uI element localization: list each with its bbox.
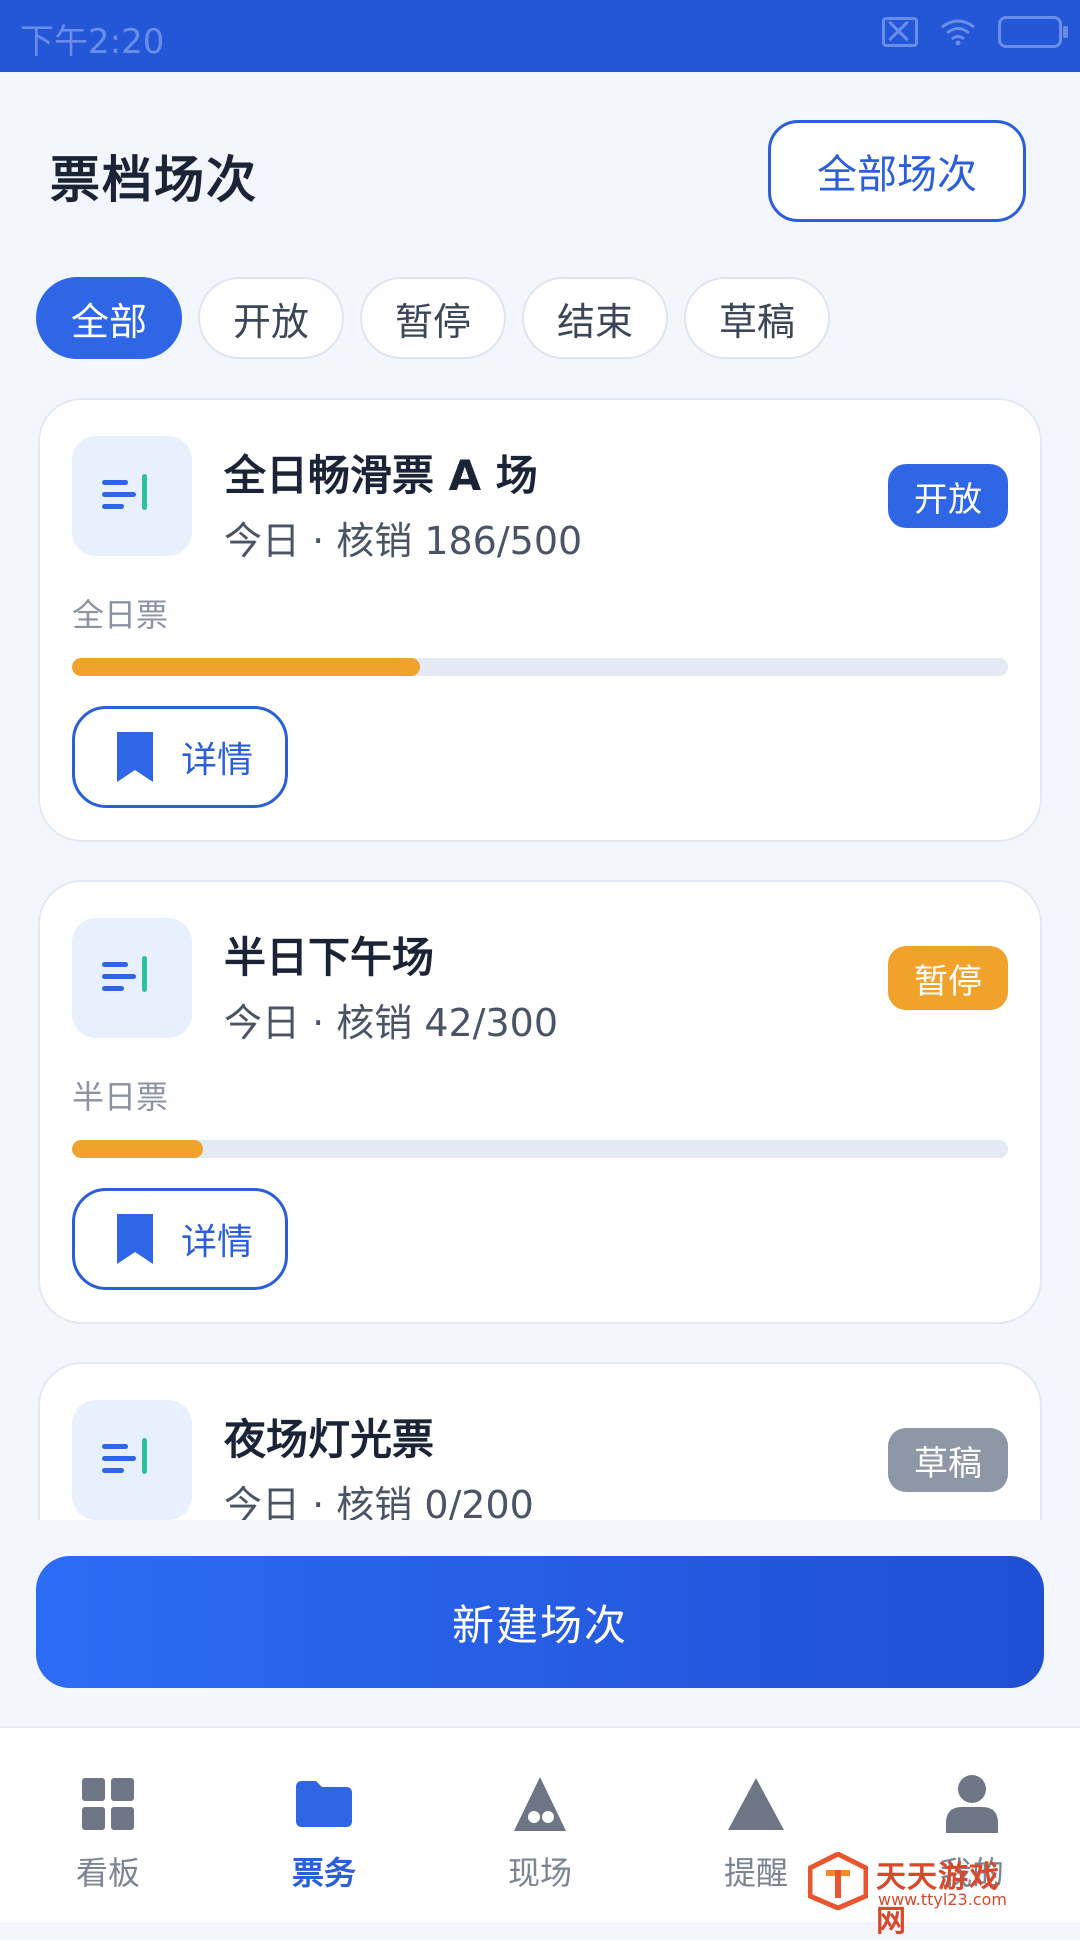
nav-item-tickets[interactable]: 票务 (216, 1728, 432, 1922)
watermark: 天天游戏网 www.ttyl23.com (808, 1852, 1028, 1939)
progress-fill (72, 1140, 204, 1158)
watermark-url: www.ttyl23.com (878, 1890, 1007, 1909)
filter-chip-open[interactable]: 开放 (198, 277, 344, 359)
status-time: 下午2:20 (20, 22, 165, 62)
person-icon (946, 1774, 998, 1834)
session-card[interactable]: 半日下午场 今日 · 核销 42/300 暂停 半日票 详情 (38, 880, 1042, 1324)
session-meta: 今日 · 核销 186/500 (224, 519, 583, 563)
nav-item-onsite[interactable]: 现场 (432, 1728, 648, 1922)
no-sim-icon (882, 17, 918, 47)
triangle-icon (728, 1774, 784, 1834)
session-card[interactable]: 夜场灯光票 今日 · 核销 0/200 草稿 (38, 1362, 1042, 1520)
filter-chip-paused[interactable]: 暂停 (360, 277, 506, 359)
ticket-type: 全日票 (72, 596, 169, 634)
detail-label: 详情 (181, 1222, 254, 1263)
status-bar: 下午2:20 (0, 0, 1080, 72)
redemption-progress (72, 658, 1008, 676)
site-icon (514, 1774, 566, 1834)
watermark-logo-icon (808, 1852, 868, 1910)
status-badge: 草稿 (888, 1428, 1008, 1492)
battery-icon (998, 16, 1068, 48)
session-meta: 今日 · 核销 0/200 (224, 1483, 534, 1520)
session-card[interactable]: 全日畅滑票 A 场 今日 · 核销 186/500 开放 全日票 详情 (38, 398, 1042, 842)
status-badge: 开放 (888, 464, 1008, 528)
folder-icon (296, 1774, 352, 1834)
page-title: 票档场次 (50, 151, 258, 209)
nav-item-dashboard[interactable]: 看板 (0, 1728, 216, 1922)
wifi-icon (941, 19, 975, 46)
bookmark-icon (117, 1214, 153, 1264)
filter-chip-all[interactable]: 全部 (36, 277, 182, 359)
grid-icon (82, 1774, 134, 1834)
nav-label: 票务 (291, 1854, 356, 1892)
redemption-progress (72, 1140, 1008, 1158)
filter-chip-draft[interactable]: 草稿 (684, 277, 830, 359)
detail-button[interactable]: 详情 (72, 1188, 288, 1290)
all-sessions-button[interactable]: 全部场次 (768, 120, 1026, 222)
detail-label: 详情 (181, 740, 254, 781)
detail-button[interactable]: 详情 (72, 706, 288, 808)
session-list-icon (72, 918, 192, 1038)
session-name: 全日畅滑票 A 场 (224, 451, 538, 500)
nav-label: 看板 (75, 1854, 140, 1892)
ticket-type: 半日票 (72, 1078, 169, 1116)
filter-chips: 全部 开放 暂停 结束 草稿 (36, 277, 830, 359)
nav-label: 现场 (507, 1854, 572, 1892)
nav-label: 提醒 (723, 1854, 788, 1892)
bookmark-icon (117, 732, 153, 782)
status-icons (882, 16, 1068, 48)
session-list-icon (72, 1400, 192, 1520)
session-name: 夜场灯光票 (224, 1415, 435, 1464)
progress-fill (72, 658, 421, 676)
status-badge: 暂停 (888, 946, 1008, 1010)
session-list[interactable]: 全日畅滑票 A 场 今日 · 核销 186/500 开放 全日票 详情 半日下午… (38, 398, 1042, 1520)
session-meta: 今日 · 核销 42/300 (224, 1001, 559, 1045)
session-list-icon (72, 436, 192, 556)
filter-chip-ended[interactable]: 结束 (522, 277, 668, 359)
new-session-button[interactable]: 新建场次 (36, 1556, 1044, 1688)
session-name: 半日下午场 (224, 933, 435, 982)
